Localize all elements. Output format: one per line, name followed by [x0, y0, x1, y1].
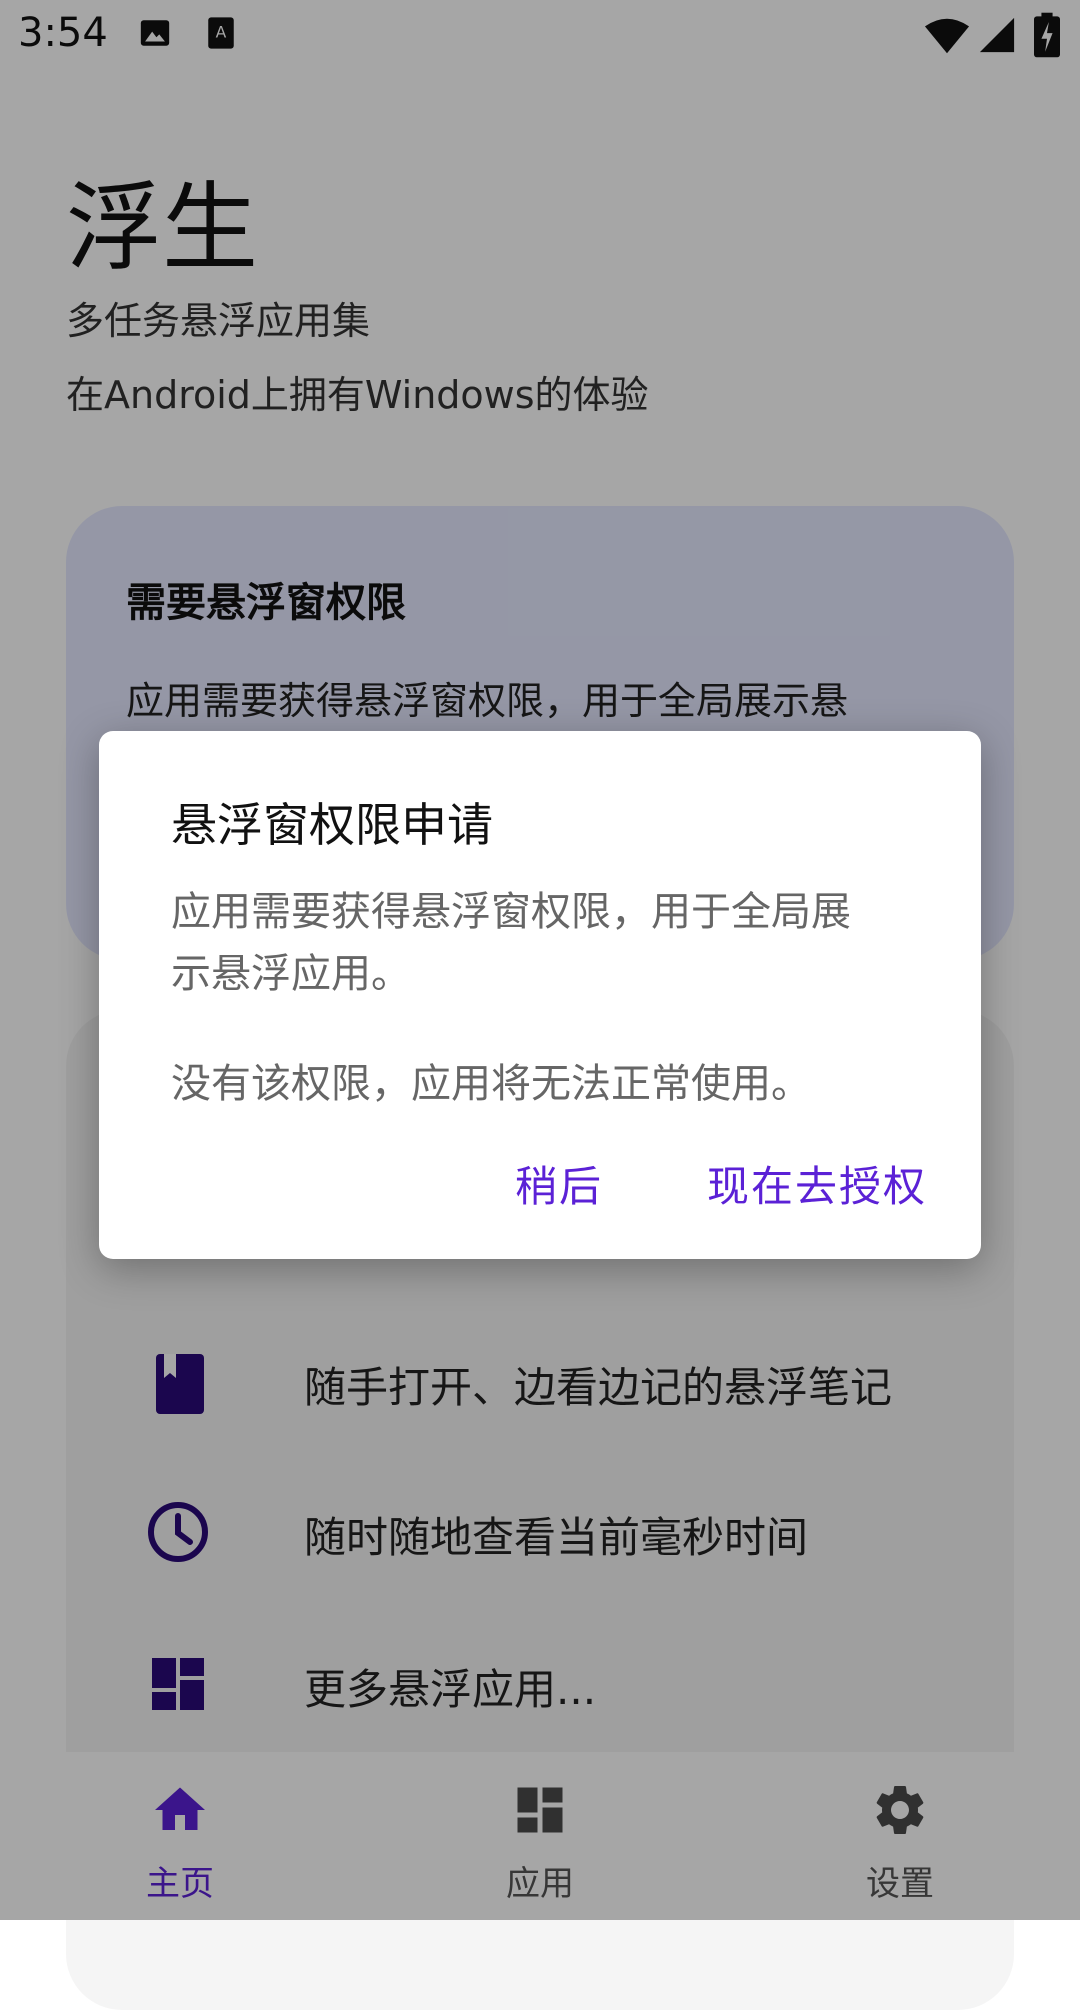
- dialog-body-line2: 示悬浮应用。: [171, 951, 411, 997]
- later-button[interactable]: 稍后: [515, 1153, 603, 1214]
- permission-dialog: 悬浮窗权限申请 应用需要获得悬浮窗权限，用于全局展 示悬浮应用。 没有该权限，应…: [99, 731, 981, 1259]
- dialog-title: 悬浮窗权限申请: [171, 798, 493, 852]
- grant-permission-button[interactable]: 现在去授权: [707, 1153, 927, 1214]
- dialog-body-line1: 应用需要获得悬浮窗权限，用于全局展: [171, 889, 851, 935]
- dialog-body-warning: 没有该权限，应用将无法正常使用。: [171, 1061, 811, 1107]
